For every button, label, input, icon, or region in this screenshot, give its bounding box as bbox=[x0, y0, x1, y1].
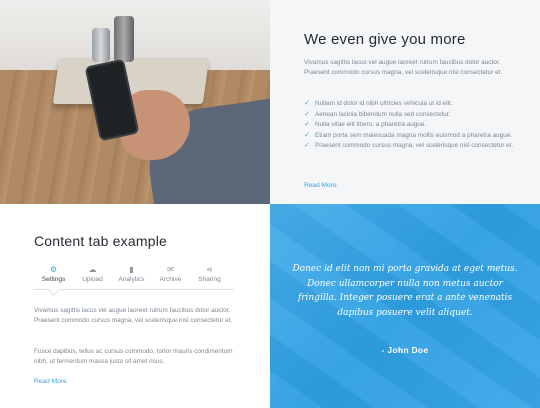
tab-settings[interactable]: ⚙ Settings bbox=[34, 264, 73, 289]
testimonial-author: - John Doe bbox=[381, 345, 429, 355]
testimonial-panel: Donec id elit non mi porta gravida at eg… bbox=[270, 204, 540, 408]
check-icon: ✓ bbox=[304, 131, 310, 139]
gear-icon: ⚙ bbox=[49, 265, 58, 274]
feature-grid: We even give you more Vivamus sagittis l… bbox=[0, 0, 540, 408]
section-title: Content tab example bbox=[34, 233, 167, 249]
list-item: ✓ Aenean lacinia bibendum nulla sed conse… bbox=[304, 110, 451, 118]
tab-bar: ⚙ Settings ☁ Upload ▮ Analytics ✉ Archiv… bbox=[34, 264, 234, 290]
feature-checklist: ✓ Nullam id dolor id nibh ultricies vehic… bbox=[304, 99, 519, 152]
read-more-link[interactable]: Read More bbox=[304, 182, 337, 189]
tab-analytics[interactable]: ▮ Analytics bbox=[112, 264, 151, 289]
share-icon: ⋖ bbox=[206, 265, 213, 274]
tab-content-paragraph: Fusce dapibus, tellus ac cursus commodo,… bbox=[34, 348, 233, 365]
tab-content-paragraph: Vivamus sagittis lacus vel augue laoreet… bbox=[34, 307, 233, 324]
bar-chart-icon: ▮ bbox=[129, 265, 134, 274]
check-icon: ✓ bbox=[304, 100, 310, 107]
cloud-upload-icon: ☁ bbox=[88, 265, 97, 274]
tab-archive[interactable]: ✉ Archive bbox=[151, 264, 190, 289]
list-item: ✓ Nulla vitae elit libero, a pharetra aug… bbox=[304, 121, 427, 128]
read-more-link[interactable]: Read More bbox=[34, 378, 67, 385]
list-item: ✓ Nullam id dolor id nibh ultricies vehic… bbox=[304, 100, 453, 107]
tab-upload[interactable]: ☁ Upload bbox=[73, 264, 112, 289]
envelope-icon: ✉ bbox=[167, 265, 174, 274]
list-item: ✓ Etiam porta sem malesuada magna mollis … bbox=[304, 131, 513, 139]
content-tab-panel: Content tab example ⚙ Settings ☁ Upload … bbox=[0, 204, 270, 408]
testimonial-quote: Donec id elit non mi porta gravida at eg… bbox=[292, 264, 518, 318]
check-icon: ✓ bbox=[304, 142, 310, 149]
tab-sharing[interactable]: ⋖ Sharing bbox=[190, 264, 229, 289]
more-features-panel: We even give you more Vivamus sagittis l… bbox=[270, 0, 540, 204]
section-title: We even give you more bbox=[304, 31, 466, 48]
intro-text: Vivamus sagittis lacus vel augue laoreet… bbox=[304, 59, 503, 76]
list-item: ✓ Praesent commodo cursus magna, vel scel… bbox=[304, 142, 514, 149]
check-icon: ✓ bbox=[304, 121, 310, 128]
check-icon: ✓ bbox=[304, 110, 310, 118]
phone-in-hand-photo bbox=[0, 0, 270, 204]
